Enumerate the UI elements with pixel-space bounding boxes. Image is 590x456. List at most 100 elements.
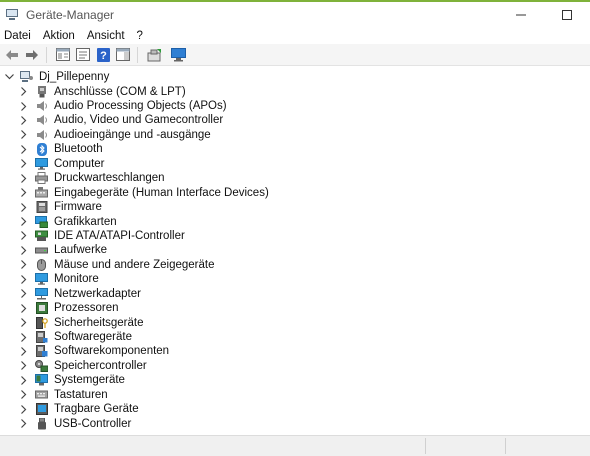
ide-controller-icon <box>35 230 48 242</box>
category-bluetooth[interactable]: Bluetooth <box>0 142 590 156</box>
category-label: Softwaregeräte <box>54 331 132 344</box>
category-prozessoren[interactable]: Prozessoren <box>0 301 590 315</box>
maximize-button[interactable] <box>544 2 590 27</box>
chevron-right-icon[interactable] <box>19 260 29 270</box>
category-label: Tragbare Geräte <box>54 403 139 416</box>
chevron-right-icon[interactable] <box>19 173 29 183</box>
scan-hardware-changes-button[interactable] <box>170 47 186 63</box>
chevron-down-icon[interactable] <box>4 74 14 80</box>
chevron-right-icon[interactable] <box>19 303 29 313</box>
category-eingabegeraete[interactable]: Eingabegeräte (Human Interface Devices) <box>0 185 590 199</box>
category-label: IDE ATA/ATAPI-Controller <box>54 229 185 242</box>
category-audioeingaenge[interactable]: Audioeingänge und -ausgänge <box>0 128 590 142</box>
menu-aktion[interactable]: Aktion <box>37 30 81 42</box>
printer-icon <box>35 172 48 185</box>
category-firmware[interactable]: Firmware <box>0 200 590 214</box>
show-hide-console-tree-icon <box>56 48 70 61</box>
toolbar: ? <box>0 44 590 66</box>
back-button[interactable] <box>4 47 20 63</box>
category-audio-video[interactable]: Audio, Video und Gamecontroller <box>0 113 590 127</box>
category-tastaturen[interactable]: Tastaturen <box>0 388 590 402</box>
port-icon <box>35 85 48 98</box>
help-button[interactable]: ? <box>95 47 111 63</box>
category-computer[interactable]: Computer <box>0 157 590 171</box>
category-anschluesse[interactable]: Anschlüsse (COM & LPT) <box>0 84 590 98</box>
chevron-right-icon[interactable] <box>19 231 29 241</box>
chevron-right-icon[interactable] <box>19 361 29 371</box>
category-systemgeraete[interactable]: Systemgeräte <box>0 373 590 387</box>
update-driver-icon <box>147 48 161 61</box>
properties-icon <box>76 48 90 61</box>
chevron-right-icon[interactable] <box>19 404 29 414</box>
category-tragbare-geraete[interactable]: Tragbare Geräte <box>0 402 590 416</box>
network-adapter-icon <box>35 287 48 300</box>
chevron-right-icon[interactable] <box>19 159 29 169</box>
action-pane-button[interactable] <box>115 47 131 63</box>
category-speichercontroller[interactable]: Speichercontroller <box>0 359 590 373</box>
chevron-right-icon[interactable] <box>19 318 29 328</box>
status-bar-divider <box>425 438 426 454</box>
update-driver-button[interactable] <box>146 47 162 63</box>
properties-button[interactable] <box>75 47 91 63</box>
monitor-icon <box>35 273 48 285</box>
menu-ansicht[interactable]: Ansicht <box>81 30 131 42</box>
chevron-right-icon[interactable] <box>19 375 29 385</box>
minimize-icon <box>516 14 526 15</box>
firmware-chip-icon <box>35 201 48 214</box>
category-monitore[interactable]: Monitore <box>0 272 590 286</box>
category-label: Speichercontroller <box>54 359 147 372</box>
display-adapter-icon <box>35 215 48 228</box>
tree-root[interactable]: Dj_Pillepenny <box>0 70 590 84</box>
chevron-right-icon[interactable] <box>19 347 29 356</box>
category-laufwerke[interactable]: Laufwerke <box>0 243 590 257</box>
mouse-icon <box>35 258 48 271</box>
category-label: Netzwerkadapter <box>54 287 141 300</box>
svg-text:?: ? <box>100 50 107 62</box>
category-label: Systemgeräte <box>54 374 125 387</box>
chevron-right-icon[interactable] <box>19 144 29 154</box>
chevron-right-icon[interactable] <box>19 116 29 125</box>
category-label: Mäuse und andere Zeigegeräte <box>54 258 215 271</box>
chevron-right-icon[interactable] <box>19 419 29 429</box>
keyboard-icon <box>35 389 48 401</box>
category-label: Prozessoren <box>54 302 119 315</box>
category-maeuse[interactable]: Mäuse und andere Zeigegeräte <box>0 258 590 272</box>
minimize-button[interactable] <box>498 2 544 27</box>
chevron-right-icon[interactable] <box>19 390 29 400</box>
category-sicherheitsgeraete[interactable]: Sicherheitsgeräte <box>0 315 590 329</box>
category-softwaregeraete[interactable]: Softwaregeräte <box>0 330 590 344</box>
chevron-right-icon[interactable] <box>19 188 29 198</box>
speaker-icon <box>35 114 48 126</box>
chevron-right-icon[interactable] <box>19 217 29 226</box>
menu-datei[interactable]: Datei <box>0 30 37 42</box>
chevron-right-icon[interactable] <box>19 130 29 140</box>
chevron-right-icon[interactable] <box>19 87 29 97</box>
category-druckwarteschlangen[interactable]: Druckwarteschlangen <box>0 171 590 185</box>
menu-help[interactable]: ? <box>131 30 149 42</box>
category-ide-controller[interactable]: IDE ATA/ATAPI-Controller <box>0 229 590 243</box>
chevron-right-icon[interactable] <box>19 289 29 299</box>
category-label: Softwarekomponenten <box>54 345 170 358</box>
chevron-right-icon[interactable] <box>19 332 29 342</box>
category-label: Computer <box>54 157 105 170</box>
category-label: Anschlüsse (COM & LPT) <box>54 85 186 98</box>
speaker-icon <box>35 100 48 112</box>
category-label: Laufwerke <box>54 244 108 257</box>
computer-user-icon <box>20 71 33 83</box>
category-usb-controller[interactable]: USB-Controller <box>0 416 590 430</box>
category-label: Grafikkarten <box>54 215 117 228</box>
category-label: Bluetooth <box>54 143 103 156</box>
chevron-right-icon[interactable] <box>19 245 29 255</box>
chevron-right-icon[interactable] <box>19 274 29 284</box>
category-apo[interactable]: Audio Processing Objects (APOs) <box>0 99 590 113</box>
chevron-right-icon[interactable] <box>19 101 29 111</box>
category-label: Monitore <box>54 273 99 286</box>
category-netzwerkadapter[interactable]: Netzwerkadapter <box>0 287 590 301</box>
keyboard-hid-icon <box>35 187 48 199</box>
category-softwarekomponenten[interactable]: Softwarekomponenten <box>0 344 590 358</box>
monitor-icon <box>35 157 48 170</box>
chevron-right-icon[interactable] <box>19 202 29 212</box>
category-grafikkarten[interactable]: Grafikkarten <box>0 214 590 228</box>
forward-button[interactable] <box>24 47 40 63</box>
show-hide-console-tree-button[interactable] <box>55 47 71 63</box>
